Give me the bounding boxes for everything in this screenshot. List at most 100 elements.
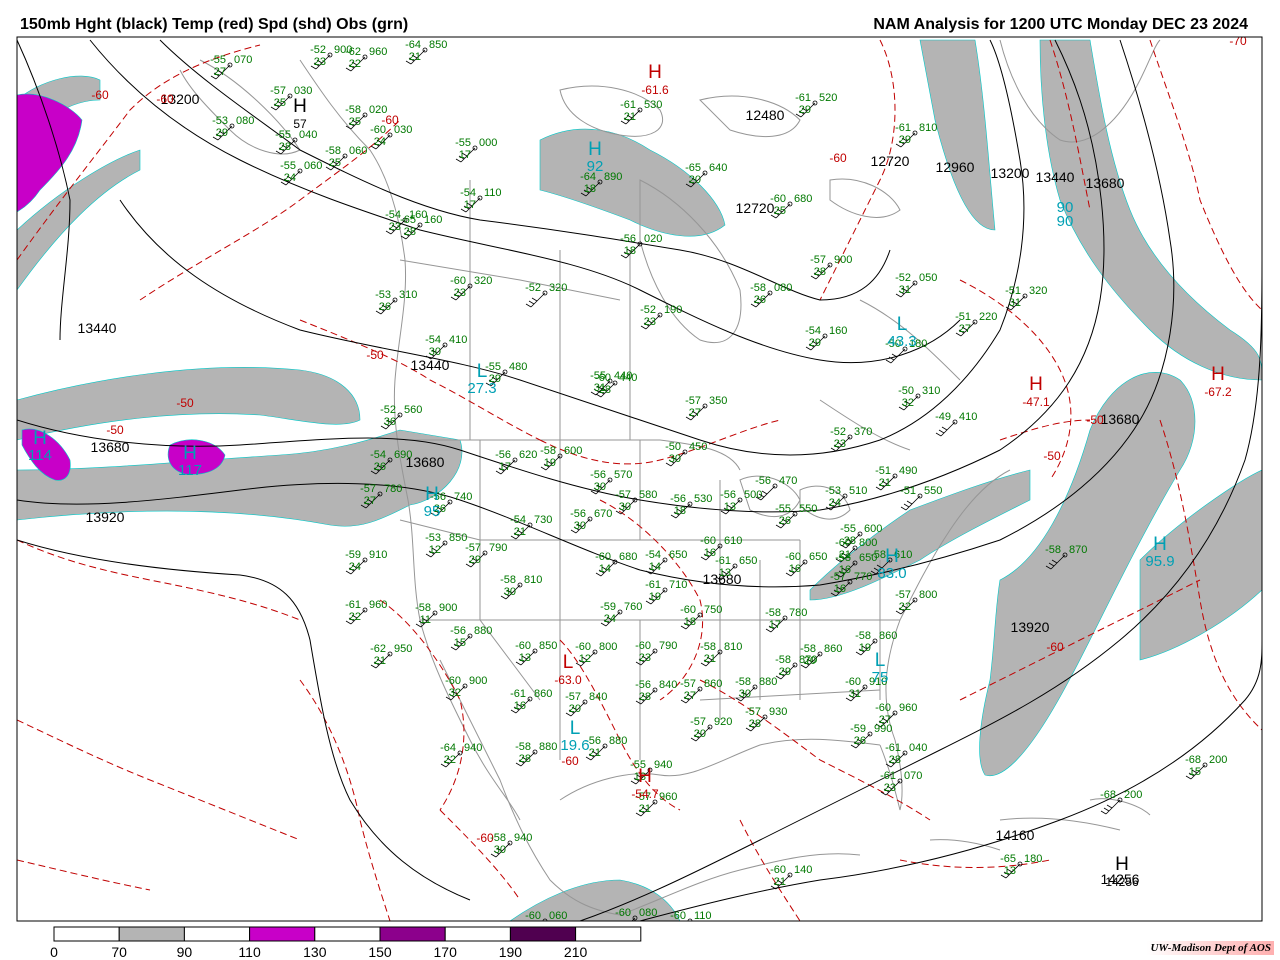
station-obs: -60 900 32 [445, 675, 487, 701]
obs-dewpoint-depression: 23 [639, 652, 651, 664]
obs-temp: -55 [485, 361, 501, 373]
station-obs: -61 530 21 [620, 99, 662, 125]
center-value: 19.6 [560, 737, 589, 754]
station-obs: -54 160 29 [805, 325, 847, 351]
center-letter: H [1115, 854, 1129, 875]
height-contour-6 [17, 539, 471, 901]
obs-temp: -56 [670, 493, 686, 505]
temp-label: -60 [561, 754, 579, 768]
obs-height: 410 [959, 411, 977, 423]
obs-temp: -54 [645, 549, 661, 561]
obs-temp: -51 [1005, 285, 1021, 297]
obs-temp: -60 [450, 275, 466, 287]
obs-temp: -54 [370, 449, 386, 461]
obs-height: 640 [709, 162, 727, 174]
obs-height: 940 [654, 759, 672, 771]
obs-temp: -54 [385, 209, 401, 221]
station-obs: -60 750 18 [680, 604, 722, 630]
station-obs: -52 050 31 [895, 272, 937, 298]
obs-dewpoint-depression: 23 [884, 782, 896, 794]
obs-temp: -60 [445, 675, 461, 687]
obs-height: 320 [1029, 285, 1047, 297]
obs-dewpoint-depression: 15 [1189, 766, 1201, 778]
center-letter: L [563, 652, 574, 673]
obs-temp: -54 [510, 514, 526, 526]
station-obs: -60 110 [670, 910, 712, 921]
obs-temp: -55 [840, 523, 856, 535]
obs-dewpoint-depression: 21 [879, 477, 891, 489]
obs-dewpoint-depression: 23 [834, 438, 846, 450]
obs-dewpoint-depression: 17 [464, 199, 476, 211]
legend-swatch [509, 926, 577, 942]
station-obs: -59 760 24 [600, 601, 642, 627]
obs-temp: -61 [895, 122, 911, 134]
station-obs: -60 850 13 [515, 640, 557, 666]
center-value: 95 [424, 503, 441, 520]
station-obs: -64 850 21 [405, 39, 447, 65]
obs-temp: -52 [640, 304, 656, 316]
obs-height: 320 [549, 282, 567, 294]
obs-dewpoint-depression: 22 [349, 58, 361, 70]
legend-swatch [314, 926, 381, 942]
obs-height: 020 [644, 233, 662, 245]
obs-height: 190 [664, 304, 682, 316]
station-obs: -57 790 29 [465, 542, 507, 568]
speed-shade-70-3 [17, 429, 463, 527]
obs-temp: -56 [635, 679, 651, 691]
obs-temp: -60 [785, 551, 801, 563]
obs-height: 000 [479, 137, 497, 149]
station-obs: -60 320 23 [450, 275, 492, 301]
height-label: 13440 [1036, 169, 1075, 185]
obs-dewpoint-depression: 31 [899, 284, 911, 296]
obs-temp: -54 [425, 334, 441, 346]
legend-swatch [53, 926, 120, 942]
obs-dewpoint-depression: 24 [349, 561, 361, 573]
obs-height: 860 [879, 630, 897, 642]
obs-temp: -61 [510, 688, 526, 700]
height-label: 13920 [1011, 619, 1050, 635]
station-obs: -59 910 24 [345, 549, 387, 575]
obs-dewpoint-depression: 21 [624, 111, 636, 123]
obs-dewpoint-depression: 28 [844, 535, 856, 547]
obs-height: 880 [759, 676, 777, 688]
station-obs: -56 530 18 [670, 493, 712, 519]
obs-dewpoint-depression: 22 [349, 611, 361, 623]
obs-temp: -51 [875, 465, 891, 477]
temp-label: -60 [91, 88, 109, 102]
obs-height: 950 [394, 643, 412, 655]
obs-temp: -58 [855, 630, 871, 642]
obs-height: 680 [794, 193, 812, 205]
map-line-18 [479, 440, 561, 760]
obs-dewpoint-depression: 23 [314, 56, 326, 68]
obs-dewpoint-depression: 13 [519, 652, 531, 664]
station-obs: -56 88021 [585, 735, 627, 761]
legend-tick-label: 150 [368, 944, 392, 960]
obs-temp: -64 [440, 742, 456, 754]
obs-height: 960 [369, 46, 387, 58]
obs-temp: -55 [280, 160, 296, 172]
center-value: 90 [1057, 213, 1074, 230]
speed-color-legend [53, 926, 642, 942]
obs-height: 550 [799, 503, 817, 515]
station-obs: -51 320 31 [1005, 285, 1047, 311]
obs-height: 960 [369, 599, 387, 611]
temp-label: -60 [156, 92, 174, 106]
obs-dewpoint-depression: 21 [409, 51, 421, 63]
obs-temp: -56 [570, 508, 586, 520]
obs-temp: -58 [750, 282, 766, 294]
obs-dewpoint-depression: 18 [674, 505, 686, 517]
obs-dewpoint-depression: 29 [899, 134, 911, 146]
obs-height: 060 [304, 160, 322, 172]
obs-dewpoint-depression: 26 [854, 735, 866, 747]
station-obs: -57 350 27 [685, 395, 727, 421]
map-line-14 [1089, 798, 1151, 816]
legend-tick-label: 0 [50, 944, 58, 960]
obs-height: 890 [604, 171, 622, 183]
obs-temp: -57 [830, 571, 846, 583]
obs-dewpoint-depression: 29 [216, 127, 228, 139]
obs-height: 800 [859, 537, 877, 549]
station-obs: -56 880 15 [450, 625, 492, 651]
obs-height: 440 [619, 372, 637, 384]
obs-temp: -58 [835, 552, 851, 564]
center-letter: H [1211, 364, 1225, 385]
